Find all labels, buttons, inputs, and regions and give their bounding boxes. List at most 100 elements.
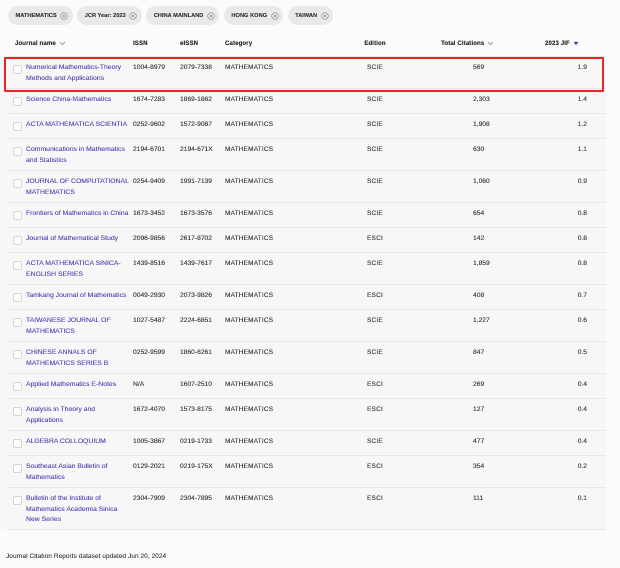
journal-name-link[interactable]: Numerical Mathematics-TheoryMethods and … (26, 63, 132, 84)
row-checkbox[interactable] (13, 496, 22, 505)
category-cell: MATHEMATICS (225, 292, 273, 299)
sort-descending-active-icon (573, 41, 579, 46)
filter-chip-label: CHINA MAINLAND (154, 13, 204, 19)
journal-name-link[interactable]: Analysis in Theory andApplications (26, 405, 132, 426)
filter-chip-label: JCR Year: 2023 (85, 13, 126, 19)
issn-cell: 0049-2930 (133, 292, 165, 299)
edition-cell: SCIE (330, 317, 420, 324)
sort-chevron-icon (487, 41, 494, 46)
category-cell: MATHEMATICS (225, 146, 273, 153)
row-checkbox[interactable] (13, 147, 22, 156)
journal-name-link[interactable]: Bulletin of the Institute ofMathematics … (26, 494, 132, 526)
column-header-journal-name[interactable]: Journal name (15, 40, 66, 47)
row-checkbox[interactable] (13, 407, 22, 416)
row-checkbox[interactable] (13, 318, 22, 327)
issn-cell: 0252-9599 (133, 349, 165, 356)
row-checkbox[interactable] (13, 439, 22, 448)
table-row: Southeast Asian Bulletin ofMathematics 0… (0, 455, 606, 487)
journal-name-link[interactable]: TAIWANESE JOURNAL OFMATHEMATICS (26, 316, 132, 337)
issn-cell: 1439-8516 (133, 260, 165, 267)
table-row: Frontiers of Mathematics in China 1673-3… (0, 202, 606, 227)
issn-cell: 1673-3452 (133, 210, 165, 217)
column-header-total-citations[interactable]: Total Citations (441, 40, 494, 47)
row-checkbox[interactable] (13, 211, 22, 220)
filter-chip[interactable]: MATHEMATICS (8, 6, 73, 25)
eissn-cell: 2073-9826 (180, 292, 212, 299)
eissn-cell: 1572-9087 (180, 121, 212, 128)
row-checkbox[interactable] (13, 350, 22, 359)
eissn-cell: 2304-7895 (180, 495, 212, 502)
table-row: TAIWANESE JOURNAL OFMATHEMATICS 1027-548… (0, 309, 606, 341)
category-cell: MATHEMATICS (225, 178, 273, 185)
column-header-issn-label: ISSN (133, 40, 148, 47)
journal-name-line: MATHEMATICS (26, 327, 132, 338)
journal-name-link[interactable]: Frontiers of Mathematics in China (26, 209, 132, 220)
journal-name-link[interactable]: Southeast Asian Bulletin ofMathematics (26, 462, 132, 483)
row-checkbox[interactable] (13, 464, 22, 473)
journal-name-link[interactable]: Communications in Mathematicsand Statist… (26, 145, 132, 166)
column-header-total-citations-label: Total Citations (441, 40, 484, 47)
category-cell: MATHEMATICS (225, 96, 273, 103)
filter-chip[interactable]: JCR Year: 2023 (77, 6, 142, 25)
remove-filter-icon[interactable] (60, 12, 68, 20)
jif-cell: 1.4 (545, 96, 587, 103)
total-citations-cell: 1,227 (473, 317, 490, 324)
jcr-journal-results-page: MATHEMATICS JCR Year: 2023 CHINA MAINLAN… (0, 0, 620, 568)
row-checkbox[interactable] (13, 65, 22, 74)
journal-name-link[interactable]: Science China-Mathematics (26, 95, 132, 106)
remove-filter-icon[interactable] (207, 12, 215, 20)
journal-name-link[interactable]: ACTA MATHEMATICA SCIENTIA (26, 120, 132, 131)
total-citations-cell: 477 (473, 438, 484, 445)
journal-name-link[interactable]: Applied Mathematics E-Notes (26, 380, 132, 391)
total-citations-cell: 269 (473, 381, 484, 388)
table-row: Science China-Mathematics 1674-7283 1869… (0, 88, 606, 113)
table-row: ALGEBRA COLLOQUIUM 1005-3867 0219-1733 M… (0, 430, 606, 455)
issn-cell: 1005-3867 (133, 438, 165, 445)
journal-name-link[interactable]: JOURNAL OF COMPUTATIONALMATHEMATICS (26, 177, 132, 198)
jif-cell: 0.8 (545, 210, 587, 217)
filter-chip[interactable]: HONG KONG (224, 6, 283, 25)
row-checkbox[interactable] (13, 382, 22, 391)
journal-name-line: Mathematics Academia Sinica (26, 505, 132, 516)
remove-filter-icon[interactable] (321, 12, 329, 20)
remove-filter-icon[interactable] (129, 12, 137, 20)
eissn-cell: 0219-175X (180, 463, 213, 470)
journal-name-link[interactable]: CHINESE ANNALS OFMATHEMATICS SERIES B (26, 348, 132, 369)
issn-cell: 2096-9856 (133, 235, 165, 242)
category-cell: MATHEMATICS (225, 121, 273, 128)
journal-name-line: MATHEMATICS SERIES B (26, 359, 132, 370)
row-checkbox[interactable] (13, 293, 22, 302)
journal-name-line: New Series (26, 515, 132, 526)
eissn-cell: 0219-1733 (180, 438, 212, 445)
category-cell: MATHEMATICS (225, 64, 273, 71)
row-checkbox[interactable] (13, 122, 22, 131)
issn-cell: 0252-9602 (133, 121, 165, 128)
category-cell: MATHEMATICS (225, 406, 273, 413)
row-checkbox[interactable] (13, 179, 22, 188)
remove-filter-icon[interactable] (271, 12, 279, 20)
journal-name-link[interactable]: Tamkang Journal of Mathematics (26, 291, 132, 302)
column-header-journal-name-label: Journal name (15, 40, 56, 47)
row-checkbox[interactable] (13, 236, 22, 245)
journal-name-line: Applied Mathematics E-Notes (26, 380, 132, 391)
total-citations-cell: 111 (473, 495, 483, 502)
row-checkbox[interactable] (13, 261, 22, 270)
column-header-2023-jif[interactable]: 2023 JIF (545, 40, 579, 47)
journal-name-line: Tamkang Journal of Mathematics (26, 291, 132, 302)
filter-chip[interactable]: CHINA MAINLAND (146, 6, 219, 25)
journal-name-link[interactable]: ALGEBRA COLLOQUIUM (26, 437, 132, 448)
edition-cell: SCIE (330, 178, 420, 185)
journal-name-line: and Statistics (26, 156, 132, 167)
filter-chip[interactable]: TAIWAN (288, 6, 334, 25)
category-cell: MATHEMATICS (225, 463, 273, 470)
edition-cell: ESCI (330, 463, 420, 470)
column-header-issn: ISSN (133, 40, 148, 47)
table-row: Journal of Mathematical Study 2096-9856 … (0, 227, 606, 252)
row-checkbox[interactable] (13, 97, 22, 106)
jif-cell: 0.2 (545, 463, 587, 470)
total-citations-cell: 654 (473, 210, 484, 217)
journal-name-line: Mathematics (26, 473, 132, 484)
table-row: Bulletin of the Institute ofMathematics … (0, 487, 606, 529)
journal-name-link[interactable]: ACTA MATHEMATICA SINICA-ENGLISH SERIES (26, 259, 132, 280)
journal-name-link[interactable]: Journal of Mathematical Study (26, 234, 132, 245)
